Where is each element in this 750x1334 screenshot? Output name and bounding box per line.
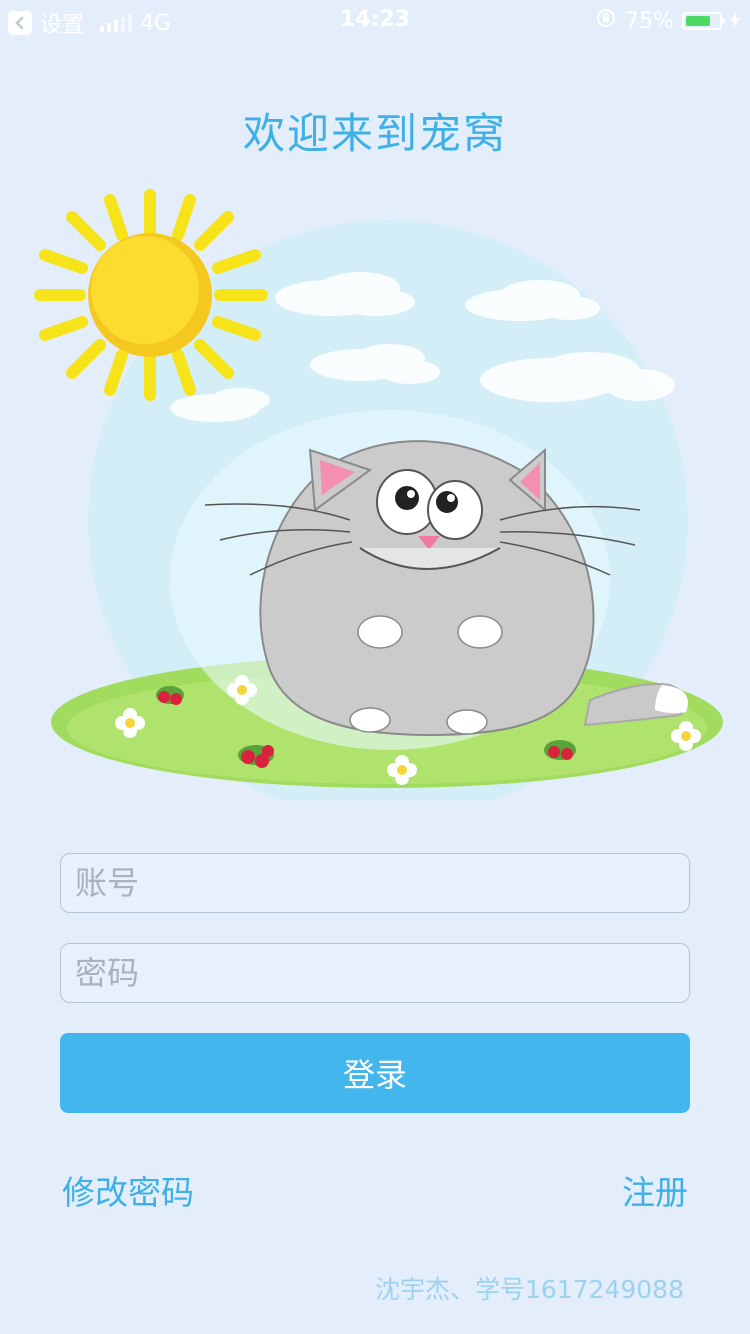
charging-icon <box>730 9 740 34</box>
battery-icon <box>682 12 725 30</box>
cat-illustration <box>34 189 723 800</box>
status-right: 75% <box>595 7 740 35</box>
login-button[interactable]: 登录 <box>60 1033 690 1113</box>
rotation-lock-icon <box>595 7 617 35</box>
change-password-link[interactable]: 修改密码 <box>62 1166 194 1214</box>
account-input[interactable] <box>60 853 690 913</box>
password-input[interactable] <box>60 943 690 1003</box>
page-title: 欢迎来到宠窝 <box>242 109 507 158</box>
battery-percent: 75% <box>625 8 674 34</box>
register-link[interactable]: 注册 <box>622 1166 688 1214</box>
author-footer: 沈宇杰、学号1617249088 <box>374 1275 684 1304</box>
status-bar: 设置 4G 14:23 75% <box>0 0 750 40</box>
